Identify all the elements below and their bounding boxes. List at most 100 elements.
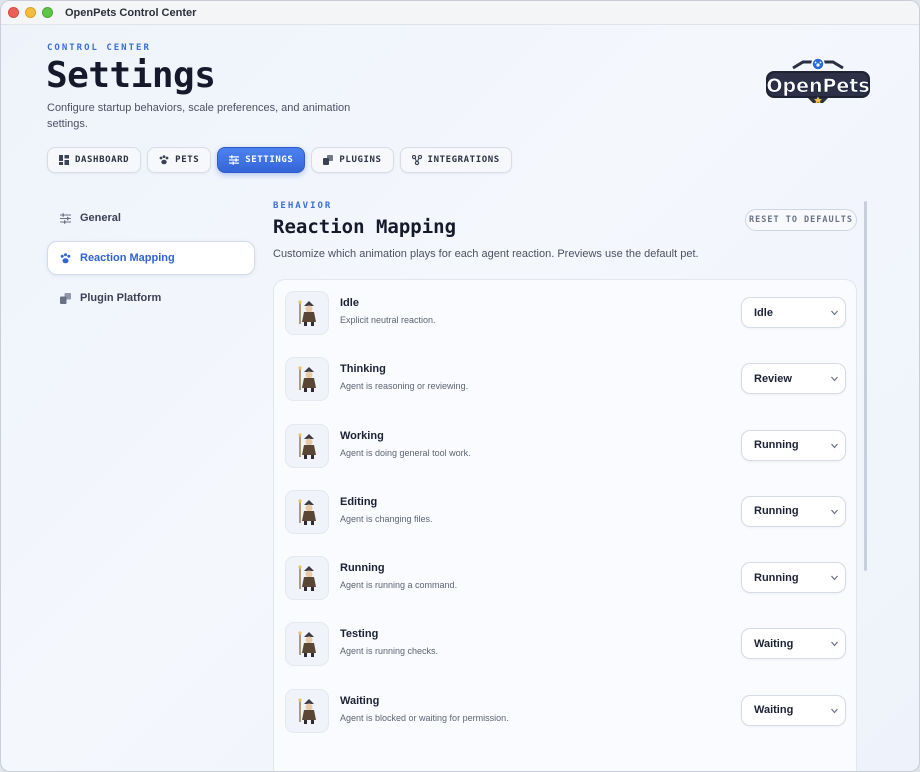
animation-select-testing[interactable]: Waiting <box>741 628 846 660</box>
pet-preview <box>285 688 329 733</box>
header-eyebrow: CONTROL CENTER <box>47 43 151 53</box>
reaction-description: Agent is blocked or waiting for permissi… <box>340 712 509 723</box>
tab-plugins[interactable]: PLUGINS <box>311 147 394 173</box>
sliders-icon <box>60 212 71 224</box>
page-title: Settings <box>46 55 216 96</box>
reaction-description: Agent is reasoning or reviewing. <box>340 381 469 392</box>
close-window-button[interactable] <box>8 7 19 18</box>
reaction-row-thinking: Thinking Agent is reasoning or reviewing… <box>274 346 856 412</box>
dashboard-icon <box>59 155 69 165</box>
plugin-icon <box>60 292 71 304</box>
chevron-down-icon <box>831 642 838 647</box>
main-tabs: DASHBOARD PETS SETTINGS PLUGINS INTEGRAT… <box>47 147 512 173</box>
panel-title: Reaction Mapping <box>273 216 457 238</box>
main-content: CONTROL CENTER Settings Configure startu… <box>1 25 919 771</box>
animation-select-editing[interactable]: Running <box>741 495 846 527</box>
reaction-name: Waiting <box>340 694 380 707</box>
reaction-description: Explicit neutral reaction. <box>340 315 436 325</box>
sliders-icon <box>229 155 240 165</box>
pet-preview <box>285 357 329 402</box>
select-value: Running <box>754 505 799 518</box>
tab-integrations[interactable]: INTEGRATIONS <box>399 147 512 173</box>
select-value: Review <box>754 372 792 385</box>
sidebar-item-label: Plugin Platform <box>80 292 162 304</box>
reaction-name: Idle <box>340 297 359 309</box>
pet-preview <box>285 489 329 534</box>
window-title: OpenPets Control Center <box>65 6 197 19</box>
reaction-name: Editing <box>340 495 378 508</box>
pet-preview <box>285 556 329 601</box>
select-value: Waiting <box>754 704 794 717</box>
panel-subtitle: Customize which animation plays for each… <box>273 248 699 260</box>
paw-icon <box>159 155 169 165</box>
animation-select-working[interactable]: Running <box>741 429 846 461</box>
sidebar-item-plugin-platform[interactable]: Plugin Platform <box>47 281 255 315</box>
tab-label: DASHBOARD <box>75 155 130 165</box>
animation-select-idle[interactable]: Idle <box>741 297 846 328</box>
select-value: Idle <box>754 306 773 319</box>
sidebar-item-reaction-mapping[interactable]: Reaction Mapping <box>47 241 255 275</box>
chevron-down-icon <box>831 708 838 714</box>
reaction-row-waiting: Waiting Agent is blocked or waiting for … <box>274 678 856 744</box>
reaction-name: Working <box>340 429 384 442</box>
pet-sprite-icon <box>298 366 316 393</box>
logo-text: OpenPets <box>766 75 869 97</box>
tab-label: INTEGRATIONS <box>427 155 500 165</box>
chevron-down-icon <box>831 376 838 382</box>
reaction-row-running: Running Agent is running a command. Runn… <box>274 545 856 611</box>
integrations-icon <box>411 155 422 165</box>
sidebar-item-label: General <box>80 212 121 224</box>
pet-preview <box>285 622 329 667</box>
chevron-down-icon <box>831 575 838 581</box>
openpets-logo: OpenPets <box>766 58 870 104</box>
animation-select-running[interactable]: Running <box>741 562 846 594</box>
tab-dashboard[interactable]: DASHBOARD <box>47 147 142 173</box>
paw-icon <box>60 252 71 263</box>
page-subtitle: Configure startup behaviors, scale prefe… <box>47 102 351 130</box>
reaction-description: Agent is changing files. <box>340 513 433 524</box>
reaction-row-working: Working Agent is doing general tool work… <box>274 413 856 479</box>
pet-sprite-icon <box>298 698 316 724</box>
animation-select-thinking[interactable]: Review <box>741 363 846 395</box>
reaction-name: Thinking <box>340 363 386 376</box>
reaction-list: Idle Explicit neutral reaction. Idle Thi… <box>273 279 857 771</box>
zoom-window-button[interactable] <box>42 7 53 18</box>
pet-preview <box>285 291 329 335</box>
reaction-description: Agent is running a command. <box>340 580 458 591</box>
app-window: OpenPets Control Center CONTROL CENTER S… <box>0 0 920 772</box>
title-bar: OpenPets Control Center <box>1 1 919 25</box>
plugin-icon <box>323 155 334 165</box>
chevron-down-icon <box>831 509 838 515</box>
pet-sprite-icon <box>298 300 316 326</box>
scrollbar-thumb[interactable] <box>864 201 867 571</box>
reaction-row-testing: Testing Agent is running checks. Waiting <box>274 611 856 677</box>
pet-sprite-icon <box>298 432 316 459</box>
reaction-name: Testing <box>340 628 379 641</box>
select-value: Running <box>754 571 799 584</box>
animation-select-waiting[interactable]: Waiting <box>741 694 846 726</box>
minimize-window-button[interactable] <box>25 7 36 18</box>
tab-pets[interactable]: PETS <box>147 147 212 173</box>
select-value: Waiting <box>754 637 794 650</box>
pet-sprite-icon <box>298 499 316 525</box>
tab-label: PETS <box>175 155 200 165</box>
pet-sprite-icon <box>298 631 316 658</box>
tab-settings[interactable]: SETTINGS <box>217 147 306 173</box>
reaction-row-editing: Editing Agent is changing files. Running <box>274 479 856 545</box>
settings-sidebar: General Reaction Mapping Plugin Platform <box>47 201 255 321</box>
panel-eyebrow: BEHAVIOR <box>273 201 333 211</box>
reset-to-defaults-button[interactable]: RESET TO DEFAULTS <box>745 209 857 231</box>
sidebar-item-label: Reaction Mapping <box>80 252 175 264</box>
reaction-description: Agent is doing general tool work. <box>340 447 471 458</box>
select-value: Running <box>754 439 799 452</box>
pet-sprite-icon <box>298 565 316 592</box>
reaction-row-idle: Idle Explicit neutral reaction. Idle <box>274 280 856 346</box>
sidebar-item-general[interactable]: General <box>47 201 255 235</box>
chevron-down-icon <box>831 443 838 449</box>
chevron-down-icon <box>831 310 838 316</box>
reaction-description: Agent is running checks. <box>340 646 439 657</box>
pet-preview <box>285 423 329 468</box>
reaction-name: Running <box>340 562 385 575</box>
tab-label: SETTINGS <box>245 155 294 165</box>
tab-label: PLUGINS <box>339 155 382 165</box>
